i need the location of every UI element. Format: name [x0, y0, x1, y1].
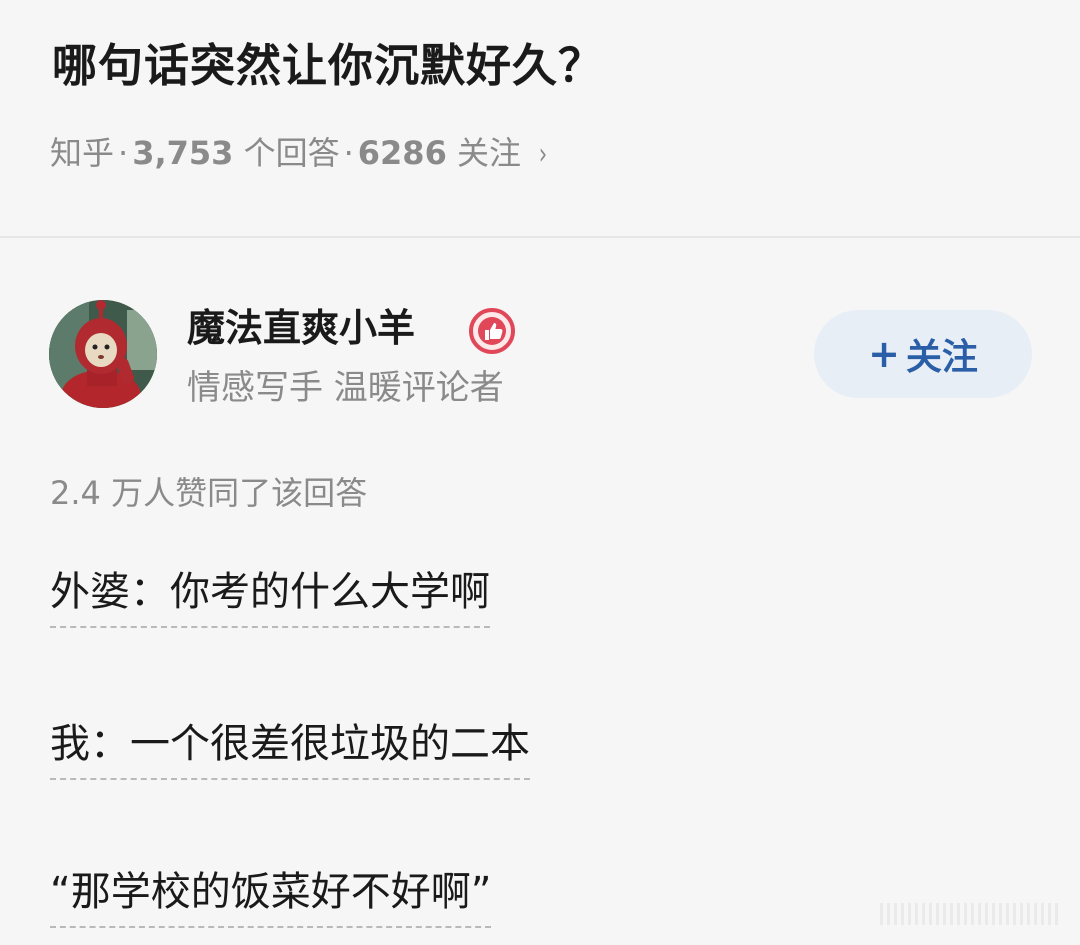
upvote-summary: 2.4 万人赞同了该回答	[50, 474, 368, 512]
zhihu-answer-page: 哪句话突然让你沉默好久？ 知乎 · 3,753 个回答 · 6286 关注 › 魔法直爽小…	[0, 0, 1080, 945]
thumbs-up-badge-icon	[469, 308, 515, 354]
source-label: 知乎	[50, 134, 115, 172]
watermark	[880, 903, 1060, 925]
answer-line: 外婆：你考的什么大学啊	[50, 562, 490, 628]
author-bio: 情感写手 温暖评论者	[187, 368, 504, 408]
author-name[interactable]: 魔法直爽小羊	[187, 298, 415, 358]
followers-label: 关注	[457, 134, 522, 172]
question-meta[interactable]: 知乎 · 3,753 个回答 · 6286 关注 ›	[50, 128, 549, 180]
answers-count: 3,753	[132, 134, 234, 172]
meta-separator: ·	[343, 134, 354, 172]
section-divider	[0, 236, 1080, 238]
follow-button-label: 关注	[905, 337, 978, 378]
question-title[interactable]: 哪句话突然让你沉默好久？	[52, 34, 604, 98]
teletubby-avatar-icon	[49, 300, 157, 408]
answer-line: 我：一个很差很垃圾的二本	[50, 714, 530, 780]
plus-icon: +	[868, 332, 900, 376]
chevron-right-icon: ›	[538, 137, 548, 172]
followers-count: 6286	[357, 134, 447, 172]
meta-separator: ·	[118, 134, 129, 172]
author-avatar[interactable]	[49, 300, 157, 408]
answer-line: “那学校的饭菜好不好啊”	[50, 862, 492, 928]
answers-label: 个回答	[243, 134, 340, 172]
follow-button[interactable]: + 关注	[814, 310, 1032, 398]
